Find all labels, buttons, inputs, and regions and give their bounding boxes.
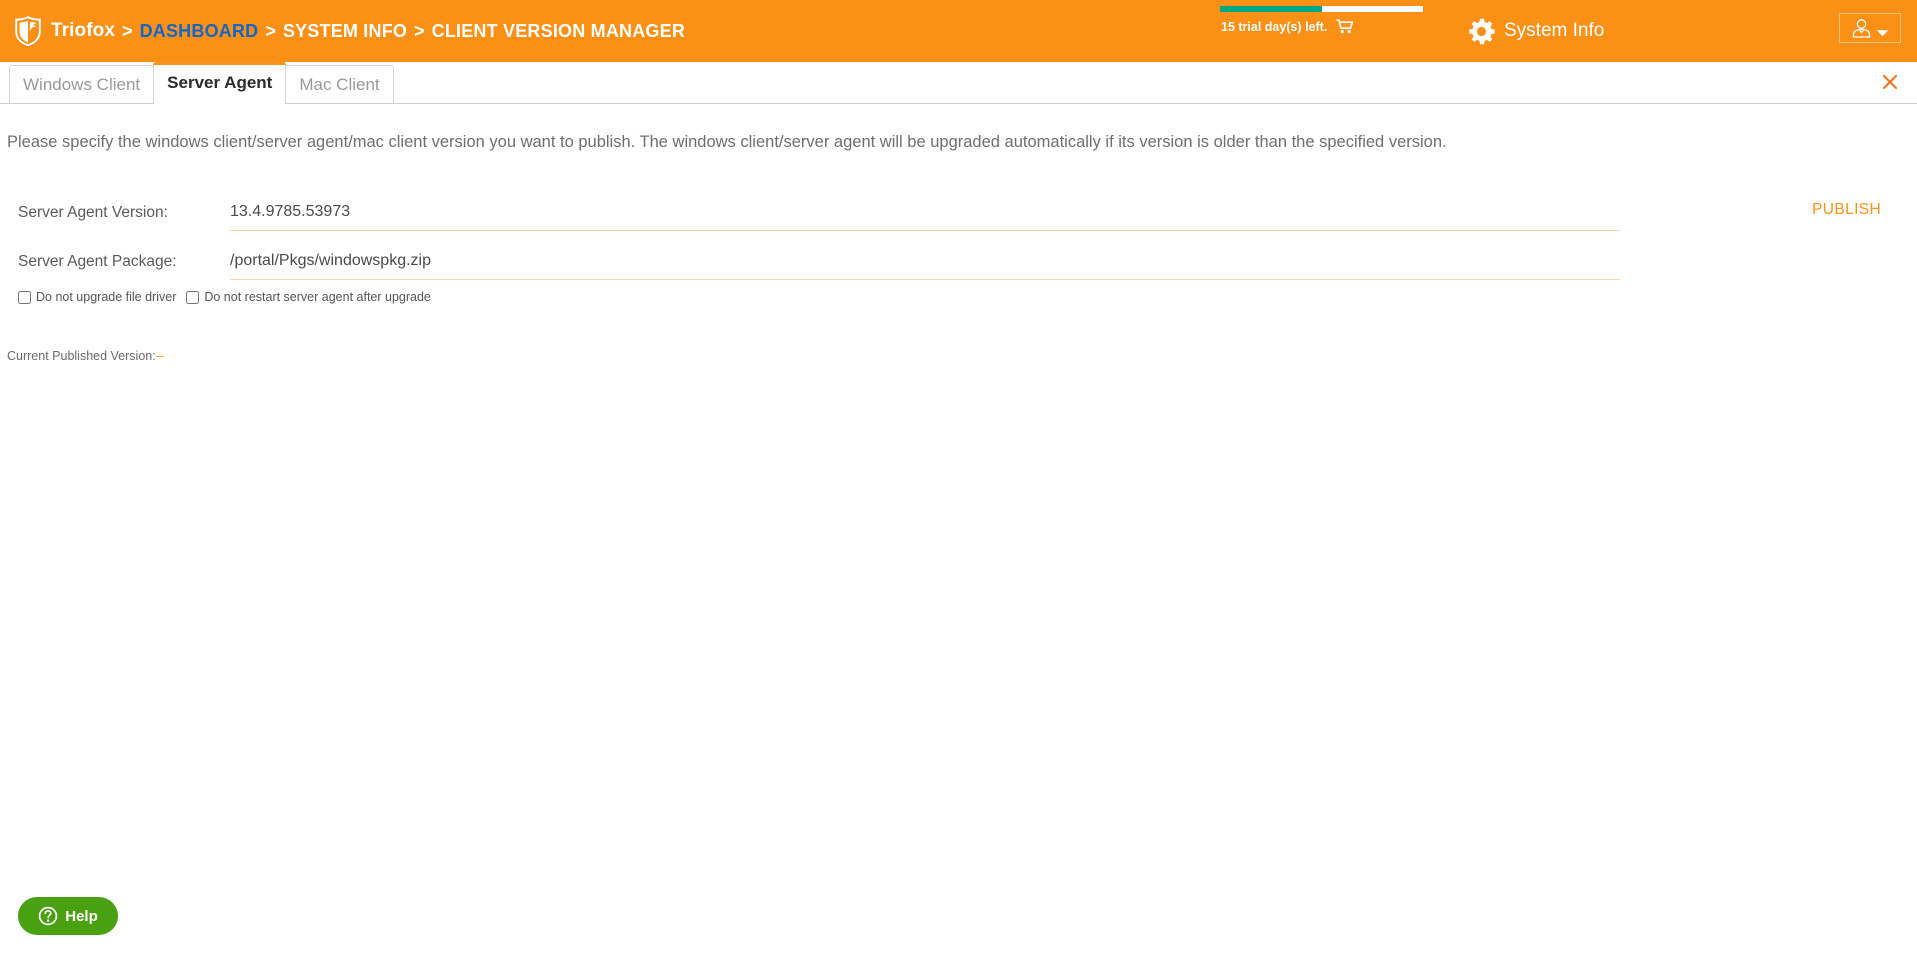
breadcrumb-separator-1: >	[122, 20, 133, 41]
tab-bar: Windows Client Server Agent Mac Client	[0, 62, 1917, 104]
do-not-restart-server-agent-label: Do not restart server agent after upgrad…	[204, 290, 431, 304]
brand-name: Triofox	[51, 20, 116, 41]
help-button[interactable]: Help	[18, 897, 118, 935]
server-agent-version-input[interactable]	[230, 197, 1620, 231]
gear-icon	[1468, 18, 1495, 45]
tab-windows-client[interactable]: Windows Client	[9, 65, 155, 103]
current-published-version-value: --	[155, 349, 165, 363]
breadcrumb-separator-2: >	[265, 20, 276, 41]
tab-mac-client[interactable]: Mac Client	[285, 65, 394, 103]
server-agent-package-row: Server Agent Package:	[0, 246, 1917, 286]
trial-days-left-text: 15 trial day(s) left.	[1221, 19, 1328, 34]
tab-windows-client-label: Windows Client	[23, 74, 141, 94]
user-menu-button[interactable]	[1839, 13, 1901, 43]
system-info-label: System Info	[1504, 20, 1605, 41]
main-content: Please specify the windows client/server…	[0, 104, 1917, 960]
publish-button[interactable]: PUBLISH	[1812, 201, 1881, 219]
trial-status: 15 trial day(s) left.	[1203, 6, 1423, 34]
upgrade-options: Do not upgrade file driver Do not restar…	[18, 290, 441, 304]
tab-server-agent[interactable]: Server Agent	[153, 62, 287, 104]
do-not-upgrade-file-driver-label: Do not upgrade file driver	[36, 290, 177, 304]
current-published-version-label: Current Published Version:	[7, 349, 156, 363]
current-published-version: Current Published Version:--	[7, 349, 164, 363]
breadcrumb-system-info[interactable]: SYSTEM INFO	[283, 21, 407, 42]
server-agent-package-label: Server Agent Package:	[18, 253, 177, 270]
do-not-restart-server-agent-checkbox[interactable]	[186, 290, 200, 304]
close-icon[interactable]	[1879, 71, 1901, 93]
breadcrumb-separator-3: >	[414, 20, 425, 41]
app-header: Triofox > DASHBOARD > SYSTEM INFO > CLIE…	[0, 0, 1917, 62]
instruction-text: Please specify the windows client/server…	[7, 133, 1447, 151]
help-button-label: Help	[65, 907, 98, 925]
tab-server-agent-label: Server Agent	[167, 73, 273, 92]
breadcrumb-client-version-manager: CLIENT VERSION MANAGER	[431, 20, 686, 41]
trial-progress-fill	[1220, 6, 1322, 12]
user-avatar-icon	[1851, 18, 1872, 38]
server-agent-package-input[interactable]	[230, 246, 1620, 280]
system-info-menu[interactable]: System Info	[1468, 0, 1604, 62]
breadcrumb-dashboard[interactable]: DASHBOARD	[140, 21, 259, 42]
chevron-down-icon	[1876, 24, 1889, 37]
do-not-upgrade-file-driver-checkbox[interactable]	[18, 290, 31, 304]
triofox-shield-logo-icon	[14, 16, 42, 47]
shopping-cart-icon[interactable]	[1336, 19, 1354, 34]
server-agent-version-row: Server Agent Version: PUBLISH	[0, 197, 1917, 237]
trial-progress-bar	[1220, 6, 1423, 12]
tab-mac-client-label: Mac Client	[299, 74, 380, 94]
server-agent-version-label: Server Agent Version:	[18, 204, 168, 221]
question-circle-icon	[38, 906, 58, 926]
